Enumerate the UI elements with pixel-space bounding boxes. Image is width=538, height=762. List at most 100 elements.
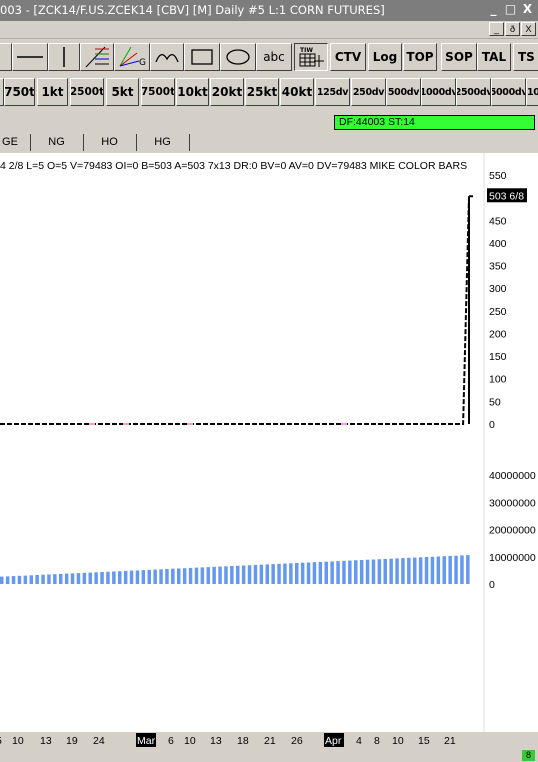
volume-bar bbox=[141, 570, 146, 584]
volume-bar bbox=[436, 556, 441, 584]
volume-bar bbox=[383, 558, 387, 584]
volume-bar bbox=[11, 576, 16, 584]
volume-bar bbox=[218, 566, 222, 584]
volume-bar bbox=[135, 570, 140, 584]
volume-bar bbox=[153, 569, 157, 584]
volume-bar bbox=[206, 567, 210, 584]
volume-bar bbox=[70, 573, 75, 584]
date-tick-label: 13 bbox=[40, 735, 52, 747]
date-tick-label: 15 bbox=[418, 735, 430, 747]
volume-bar bbox=[171, 568, 175, 584]
volume-bar bbox=[418, 557, 423, 584]
volume-bar bbox=[277, 563, 281, 584]
volume-bar bbox=[230, 566, 234, 584]
date-tick-label: 10 bbox=[184, 735, 196, 747]
volume-bar bbox=[289, 563, 293, 584]
volume-bar bbox=[342, 560, 346, 584]
volume-bar bbox=[359, 560, 364, 584]
volume-bar bbox=[466, 555, 470, 584]
page-indicator: 8 bbox=[522, 750, 535, 761]
date-tick-label: 10 bbox=[392, 735, 404, 747]
volume-bar bbox=[177, 568, 181, 584]
volume-bar bbox=[182, 568, 187, 584]
volume-bar bbox=[224, 566, 228, 584]
price-tick-label: 50 bbox=[489, 396, 501, 408]
volume-bar bbox=[88, 572, 92, 584]
volume-bar bbox=[389, 558, 393, 584]
date-tick-label: 18 bbox=[237, 735, 249, 747]
price-tick-label: 0 bbox=[489, 419, 495, 431]
date-tick-label: 10 bbox=[12, 735, 24, 747]
volume-bar bbox=[212, 566, 216, 584]
volume-bar bbox=[430, 556, 435, 585]
last-price-label: 503 6/8 bbox=[489, 190, 524, 202]
volume-bar bbox=[295, 563, 299, 584]
volume-tick-label: 20000000 bbox=[489, 525, 536, 537]
date-tick-label: 8 bbox=[374, 735, 380, 747]
volume-bar bbox=[29, 575, 33, 584]
volume-tick-label: 0 bbox=[489, 579, 495, 591]
price-tick-label: 350 bbox=[489, 261, 507, 273]
volume-bar bbox=[236, 565, 240, 584]
volume-bar bbox=[401, 558, 405, 584]
volume-bar bbox=[336, 561, 340, 584]
price-tick-label: 250 bbox=[489, 306, 507, 318]
price-series-line bbox=[0, 196, 470, 425]
volume-bar bbox=[41, 574, 45, 584]
volume-bar bbox=[147, 569, 151, 584]
volume-bar bbox=[365, 559, 370, 584]
volume-bar bbox=[17, 575, 22, 584]
date-tick-label: 24 bbox=[93, 735, 105, 747]
price-tick-label: 550 bbox=[489, 170, 507, 182]
volume-bar bbox=[165, 569, 169, 584]
date-tick-label: 26 bbox=[291, 735, 303, 747]
volume-bar bbox=[265, 564, 269, 584]
volume-bar bbox=[253, 564, 258, 584]
chart-canvas: 550500450400350300250200150100500503 6/8… bbox=[0, 153, 536, 747]
horizontal-scrollbar[interactable]: 8 bbox=[0, 749, 538, 762]
volume-bar bbox=[188, 567, 193, 584]
volume-bar bbox=[47, 574, 51, 584]
volume-bar bbox=[330, 561, 334, 584]
date-tick-label: 4 bbox=[356, 735, 362, 747]
date-tick-label: 6 bbox=[168, 735, 174, 747]
volume-bar bbox=[106, 571, 110, 584]
volume-bar bbox=[371, 559, 376, 584]
volume-bar bbox=[64, 573, 69, 584]
volume-bar bbox=[413, 557, 417, 584]
volume-bar bbox=[94, 572, 98, 584]
date-tick-label: Apr bbox=[325, 735, 342, 747]
price-tick-label: 450 bbox=[489, 215, 507, 227]
date-tick-label: Mar bbox=[137, 735, 156, 747]
volume-bar bbox=[5, 576, 10, 584]
volume-bar bbox=[118, 571, 122, 584]
volume-bar bbox=[306, 562, 311, 584]
volume-bar bbox=[324, 561, 328, 584]
price-tick-label: 100 bbox=[489, 374, 507, 386]
volume-bar bbox=[53, 574, 57, 584]
date-tick-label: 5 bbox=[0, 735, 2, 747]
volume-bar bbox=[76, 573, 81, 584]
price-tick-label: 200 bbox=[489, 328, 507, 340]
volume-bar bbox=[82, 572, 87, 584]
volume-tick-label: 30000000 bbox=[489, 497, 536, 509]
volume-bar bbox=[448, 555, 452, 584]
volume-bar bbox=[194, 567, 199, 584]
volume-bar bbox=[247, 565, 252, 584]
volume-bar bbox=[259, 564, 264, 584]
price-tick-label: 300 bbox=[489, 283, 507, 295]
date-tick-label: 21 bbox=[264, 735, 276, 747]
volume-bar bbox=[271, 564, 275, 584]
volume-bar bbox=[354, 560, 358, 584]
volume-bar bbox=[407, 557, 411, 584]
volume-bar bbox=[300, 562, 305, 584]
volume-bar bbox=[200, 567, 205, 584]
volume-bar bbox=[123, 570, 128, 584]
volume-tick-label: 10000000 bbox=[489, 552, 536, 564]
date-tick-label: 21 bbox=[444, 735, 456, 747]
volume-bar bbox=[100, 572, 104, 584]
volume-bar bbox=[312, 562, 317, 584]
volume-bar bbox=[442, 556, 446, 584]
volume-bar bbox=[377, 559, 382, 584]
volume-bar bbox=[35, 575, 39, 584]
